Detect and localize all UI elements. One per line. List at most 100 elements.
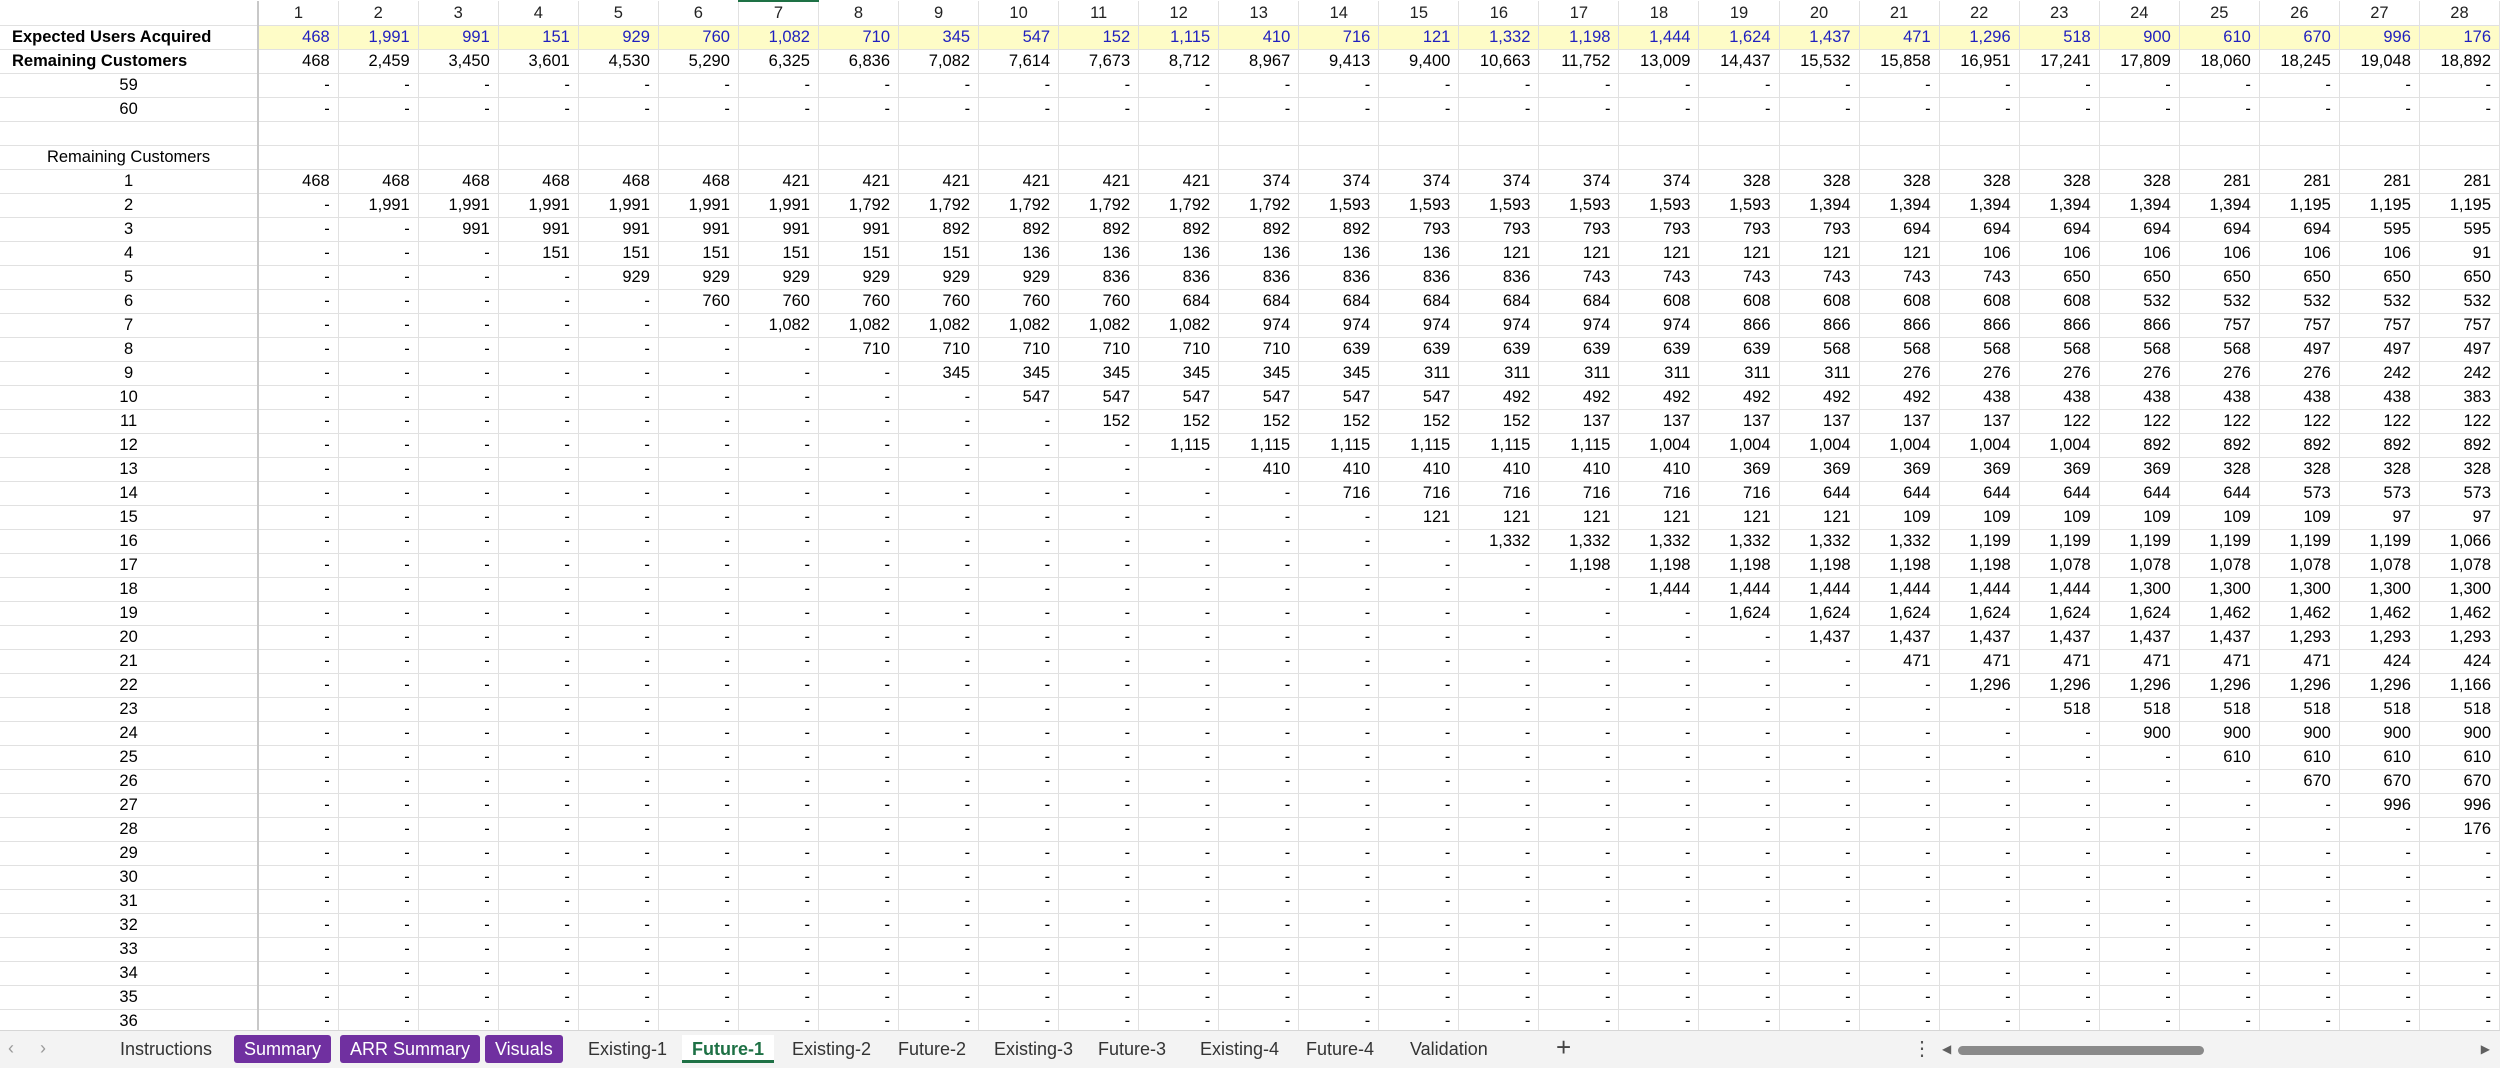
data-cell[interactable]: - (1058, 961, 1140, 986)
data-cell[interactable]: - (2339, 937, 2420, 962)
data-cell[interactable]: - (1939, 961, 2020, 986)
data-cell[interactable]: 1,792 (978, 193, 1060, 218)
data-cell[interactable]: - (978, 433, 1060, 458)
data-cell[interactable]: - (738, 409, 819, 434)
data-cell[interactable]: - (1538, 721, 1620, 746)
data-cell[interactable]: 532 (2099, 289, 2180, 314)
empty-cell[interactable] (2179, 145, 2260, 170)
data-cell[interactable]: - (418, 361, 499, 386)
row-label[interactable]: 14 (0, 481, 260, 506)
data-cell[interactable]: - (258, 241, 339, 266)
data-cell[interactable]: 137 (1779, 409, 1860, 434)
data-cell[interactable]: - (898, 697, 980, 722)
data-cell[interactable]: 122 (2419, 409, 2500, 434)
data-cell[interactable]: - (258, 337, 339, 362)
data-cell[interactable]: 16,951 (1939, 49, 2020, 74)
data-cell[interactable]: 492 (1779, 385, 1860, 410)
data-cell[interactable]: - (1698, 793, 1780, 818)
data-cell[interactable]: - (1859, 697, 1940, 722)
data-cell[interactable]: - (578, 793, 659, 818)
data-cell[interactable]: - (1939, 97, 2020, 122)
data-cell[interactable]: - (898, 73, 980, 98)
data-cell[interactable]: - (2019, 913, 2100, 938)
data-cell[interactable]: - (1058, 433, 1140, 458)
data-cell[interactable]: 929 (818, 265, 900, 290)
data-cell[interactable]: - (1218, 985, 1300, 1010)
data-cell[interactable]: - (1859, 73, 1940, 98)
data-cell[interactable]: 311 (1698, 361, 1780, 386)
data-cell[interactable]: 109 (2179, 505, 2260, 530)
tab-existing-4[interactable]: Existing-4 (1190, 1035, 1289, 1063)
data-cell[interactable]: - (898, 865, 980, 890)
data-cell[interactable]: - (258, 625, 339, 650)
data-cell[interactable]: - (1218, 73, 1300, 98)
data-cell[interactable]: - (258, 1009, 339, 1030)
data-cell[interactable]: 710 (818, 25, 900, 50)
empty-cell[interactable] (2179, 121, 2260, 146)
data-cell[interactable]: - (578, 433, 659, 458)
data-cell[interactable]: 716 (1378, 481, 1460, 506)
data-cell[interactable]: 1,991 (338, 25, 419, 50)
data-cell[interactable]: - (1698, 841, 1780, 866)
data-cell[interactable]: 438 (2339, 385, 2420, 410)
data-cell[interactable]: 136 (1298, 241, 1380, 266)
data-cell[interactable]: - (898, 793, 980, 818)
data-cell[interactable]: - (738, 97, 819, 122)
data-cell[interactable]: 974 (1538, 313, 1620, 338)
data-cell[interactable]: - (2019, 985, 2100, 1010)
row-label[interactable]: 6 (0, 289, 260, 314)
data-cell[interactable]: - (2019, 961, 2100, 986)
data-cell[interactable]: - (2259, 937, 2340, 962)
data-cell[interactable]: - (1218, 745, 1300, 770)
data-cell[interactable]: - (1138, 529, 1220, 554)
data-cell[interactable]: - (2019, 1009, 2100, 1030)
tab-future-1[interactable]: Future-1 (682, 1035, 774, 1063)
data-cell[interactable]: - (1138, 793, 1220, 818)
data-cell[interactable]: - (658, 937, 739, 962)
data-cell[interactable]: - (898, 457, 980, 482)
data-cell[interactable]: - (338, 481, 419, 506)
data-cell[interactable]: 1,624 (1939, 601, 2020, 626)
data-cell[interactable]: 1,293 (2339, 625, 2420, 650)
data-cell[interactable]: - (738, 505, 819, 530)
column-header[interactable]: 16 (1458, 1, 1540, 26)
data-cell[interactable]: - (1138, 865, 1220, 890)
data-cell[interactable]: 1,195 (2339, 193, 2420, 218)
data-cell[interactable]: - (1859, 889, 1940, 914)
data-cell[interactable]: 694 (2179, 217, 2260, 242)
data-cell[interactable]: - (1618, 1009, 1700, 1030)
data-cell[interactable]: 610 (2179, 745, 2260, 770)
data-cell[interactable]: 684 (1218, 289, 1300, 314)
data-cell[interactable]: 1,293 (2259, 625, 2340, 650)
data-cell[interactable]: - (2099, 793, 2180, 818)
data-cell[interactable]: - (578, 313, 659, 338)
data-cell[interactable]: - (1298, 529, 1380, 554)
data-cell[interactable]: - (498, 649, 579, 674)
data-cell[interactable]: - (1939, 73, 2020, 98)
data-cell[interactable]: 991 (418, 217, 499, 242)
data-cell[interactable]: 281 (2419, 169, 2500, 194)
data-cell[interactable]: 328 (2339, 457, 2420, 482)
data-cell[interactable]: 892 (1218, 217, 1300, 242)
data-cell[interactable]: - (1378, 625, 1460, 650)
data-cell[interactable]: - (1298, 577, 1380, 602)
data-cell[interactable]: - (1138, 817, 1220, 842)
data-cell[interactable]: 421 (1138, 169, 1220, 194)
data-cell[interactable]: 900 (2339, 721, 2420, 746)
column-header[interactable]: 2 (338, 1, 419, 26)
data-cell[interactable]: - (498, 505, 579, 530)
data-cell[interactable]: - (1458, 985, 1540, 1010)
data-cell[interactable]: - (1058, 769, 1140, 794)
data-cell[interactable]: - (658, 961, 739, 986)
data-cell[interactable]: - (1779, 769, 1860, 794)
data-cell[interactable]: 121 (1378, 505, 1460, 530)
data-cell[interactable]: - (258, 409, 339, 434)
data-cell[interactable]: - (978, 913, 1060, 938)
data-cell[interactable]: - (1298, 673, 1380, 698)
row-label[interactable]: 34 (0, 961, 260, 986)
data-cell[interactable]: 1,991 (498, 193, 579, 218)
data-cell[interactable]: - (658, 385, 739, 410)
data-cell[interactable]: 793 (1458, 217, 1540, 242)
data-cell[interactable]: - (418, 961, 499, 986)
column-header[interactable]: 19 (1698, 1, 1780, 26)
